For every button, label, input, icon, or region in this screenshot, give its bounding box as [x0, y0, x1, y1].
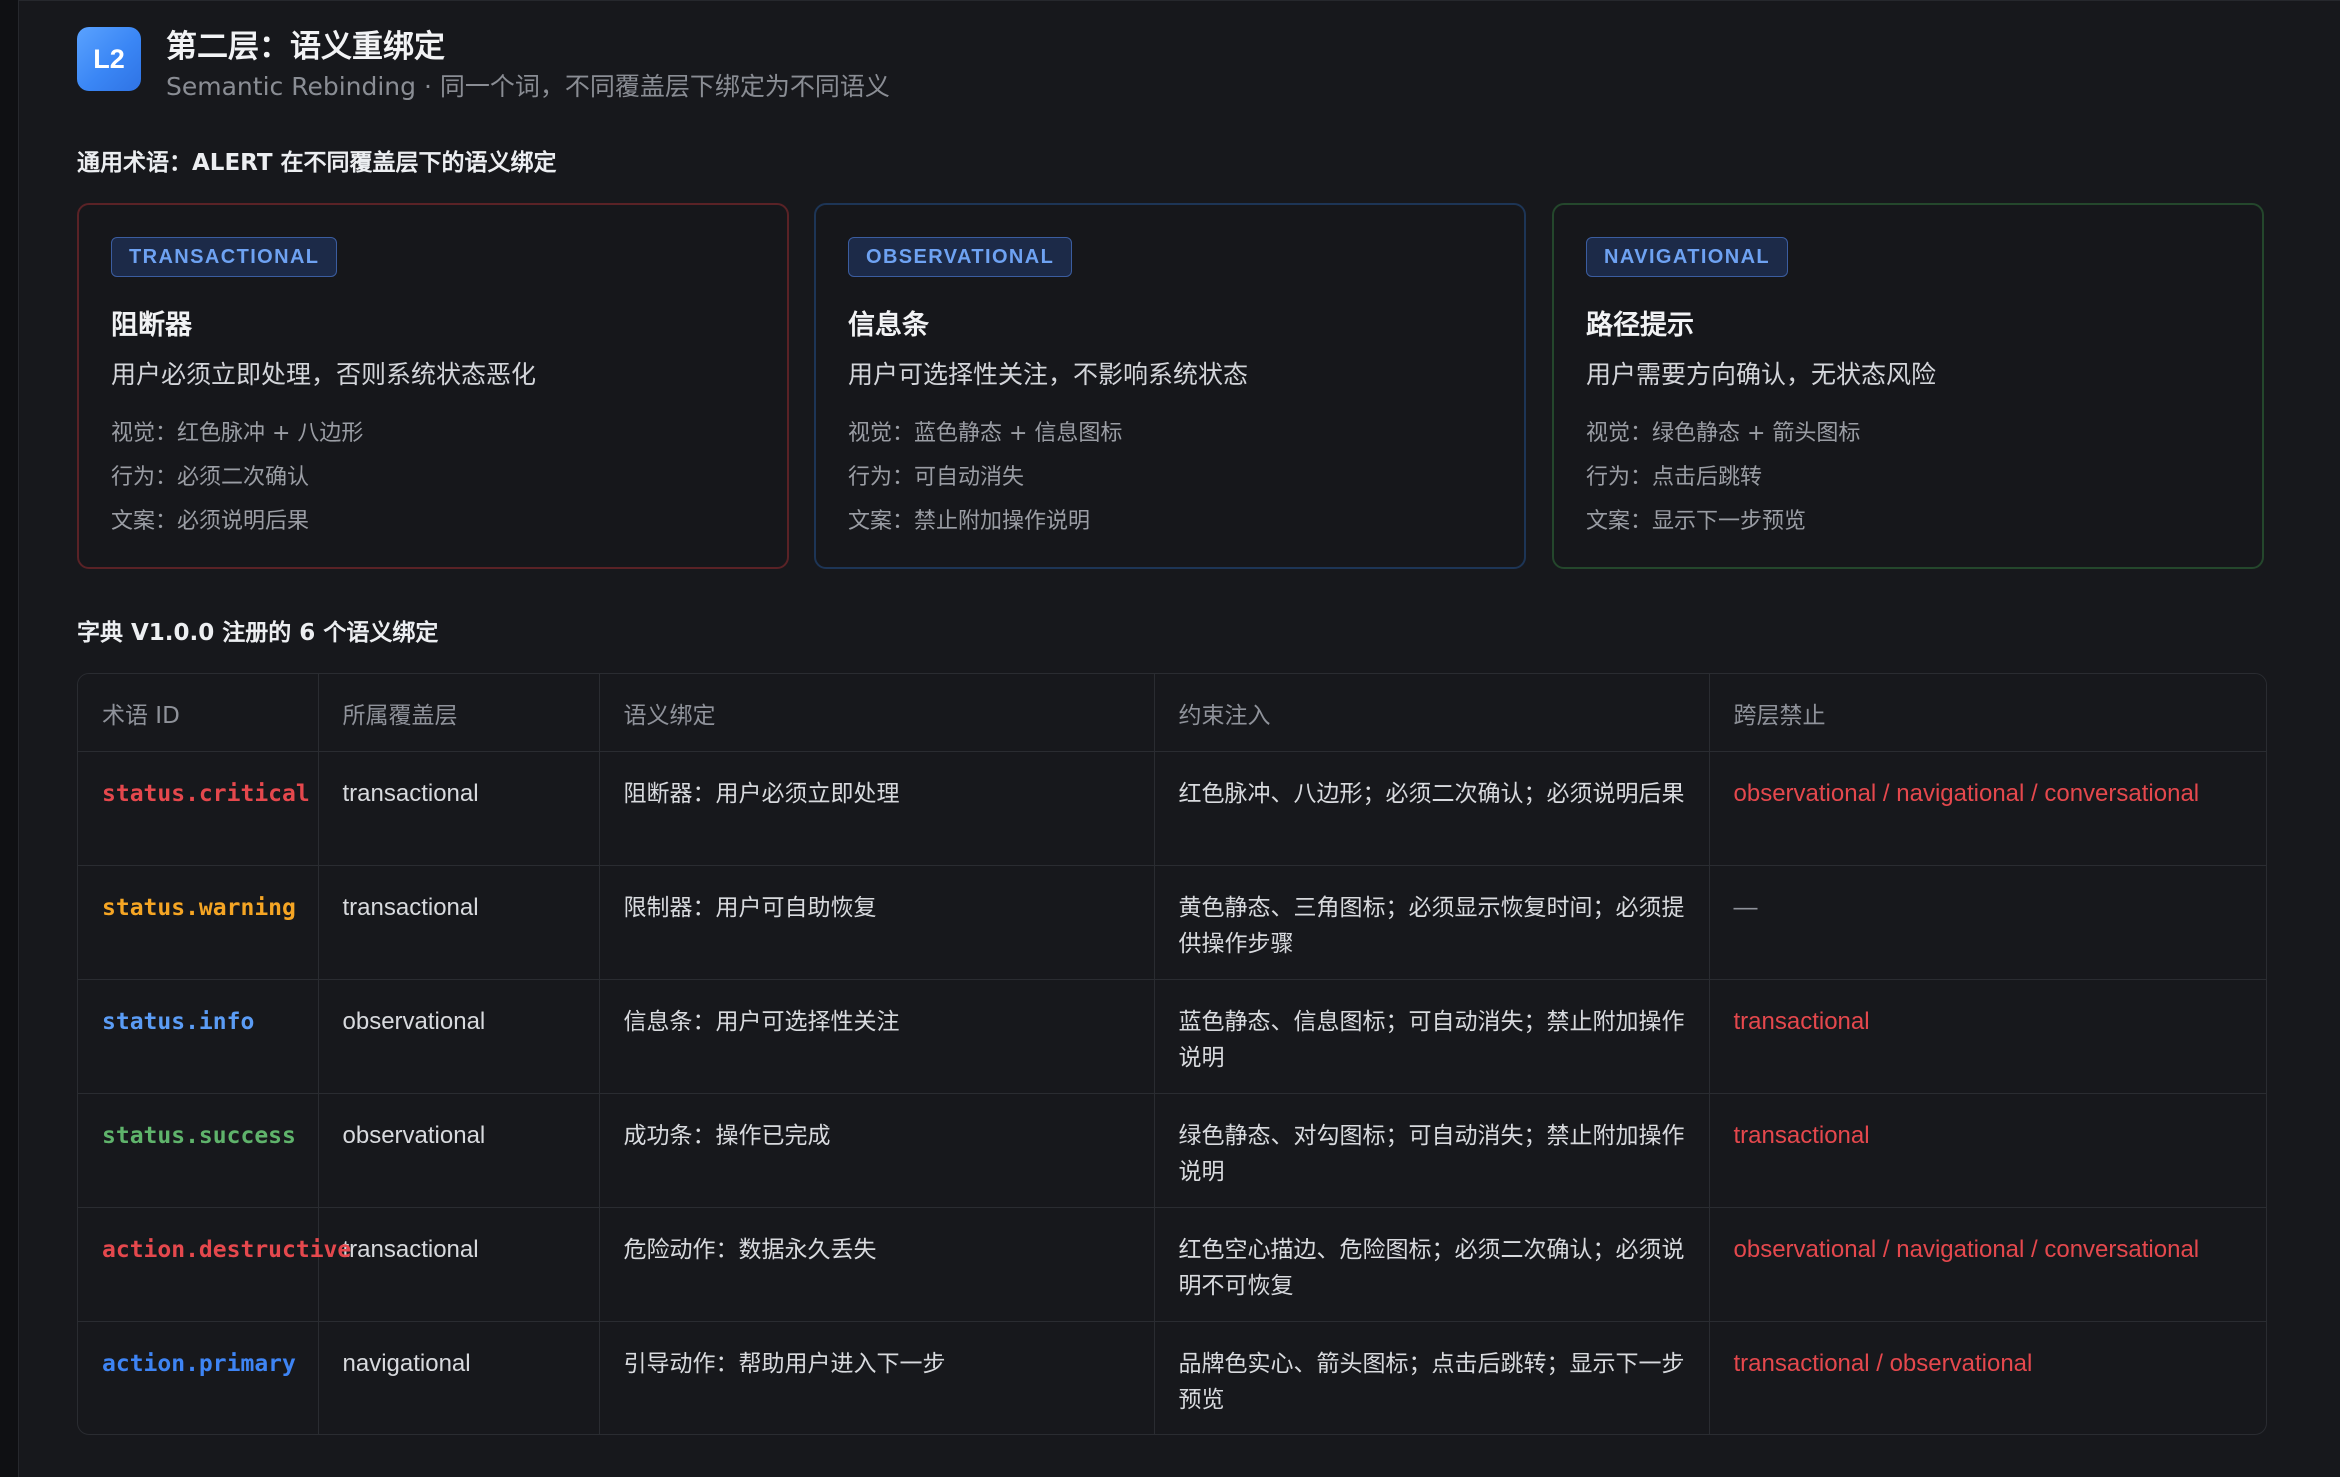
layer-badge: L2 — [77, 27, 141, 91]
card-visual: 视觉：绿色静态 + 箭头图标 — [1586, 421, 1861, 446]
term-constraint: 品牌色实心、箭头图标；点击后跳转；显示下一步预览 — [1154, 1321, 1710, 1434]
term-layer: observational — [318, 979, 600, 1094]
term-constraint: 红色脉冲、八边形；必须二次确认；必须说明后果 — [1154, 751, 1710, 866]
card-title: 阻断器 — [111, 310, 192, 341]
term-layer: transactional — [318, 751, 600, 866]
term-layer: transactional — [318, 1207, 600, 1322]
table-row: status.info observational 信息条：用户可选择性关注 蓝… — [78, 979, 2266, 1094]
card-title: 路径提示 — [1586, 310, 1694, 341]
overlay-tag: OBSERVATIONAL — [848, 237, 1073, 277]
term-id: status.success — [78, 1093, 319, 1208]
term-id: action.destructive — [78, 1207, 351, 1322]
card-observational: OBSERVATIONAL 信息条 用户可选择性关注，不影响系统状态 视觉：蓝色… — [814, 203, 1526, 569]
term-constraint: 红色空心描边、危险图标；必须二次确认；必须说明不可恢复 — [1154, 1207, 1710, 1322]
term-id: status.warning — [78, 865, 319, 980]
card-navigational: NAVIGATIONAL 路径提示 用户需要方向确认，无状态风险 视觉：绿色静态… — [1552, 203, 2264, 569]
column-header-layer: 所属覆盖层 — [318, 674, 600, 752]
card-copy: 文案：禁止附加操作说明 — [848, 509, 1091, 534]
table-row: action.primary navigational 引导动作：帮助用户进入下… — [78, 1321, 2266, 1434]
card-visual: 视觉：红色脉冲 + 八边形 — [111, 421, 364, 446]
term-binding: 阻断器：用户必须立即处理 — [599, 751, 1155, 866]
term-cross-layer-ban: transactional — [1709, 1093, 2266, 1208]
term-layer: navigational — [318, 1321, 600, 1434]
term-cross-layer-ban: transactional / observational — [1733, 1350, 2033, 1377]
term-layer: observational — [318, 1093, 600, 1208]
column-header-cross-layer-ban: 跨层禁止 — [1709, 674, 2266, 752]
content-panel: L2 第二层：语义重绑定 Semantic Rebinding · 同一个词，不… — [18, 0, 2340, 1477]
page-subtitle: Semantic Rebinding · 同一个词，不同覆盖层下绑定为不同语义 — [166, 72, 890, 101]
binding-table: 术语 ID 所属覆盖层 语义绑定 约束注入 跨层禁止 status.critic… — [77, 673, 2267, 1435]
table-row: status.critical transactional 阻断器：用户必须立即… — [78, 751, 2266, 866]
alert-binding-cards: TRANSACTIONAL 阻断器 用户必须立即处理，否则系统状态恶化 视觉：红… — [77, 203, 2267, 571]
overlay-tag: NAVIGATIONAL — [1586, 237, 1789, 277]
card-copy: 文案：显示下一步预览 — [1586, 509, 1807, 534]
card-behavior: 行为：必须二次确认 — [111, 465, 310, 490]
term-binding: 引导动作：帮助用户进入下一步 — [599, 1321, 1155, 1434]
term-binding: 限制器：用户可自助恢复 — [599, 865, 1155, 980]
term-binding: 信息条：用户可选择性关注 — [599, 979, 1155, 1094]
term-layer: transactional — [318, 865, 600, 980]
card-behavior: 行为：点击后跳转 — [1586, 465, 1763, 490]
table-row: status.warning transactional 限制器：用户可自助恢复… — [78, 865, 2266, 980]
table-header-row: 术语 ID 所属覆盖层 语义绑定 约束注入 跨层禁止 — [78, 674, 2266, 752]
card-behavior: 行为：可自动消失 — [848, 465, 1025, 490]
term-constraint: 绿色静态、对勾图标；可自动消失；禁止附加操作说明 — [1154, 1093, 1710, 1208]
overlay-tag: TRANSACTIONAL — [111, 237, 338, 277]
card-description: 用户必须立即处理，否则系统状态恶化 — [111, 360, 537, 389]
column-header-constraint: 约束注入 — [1154, 674, 1710, 752]
term-cross-layer-ban: observational / navigational / conversat… — [1709, 1207, 2266, 1322]
page-title: 第二层：语义重绑定 — [166, 29, 445, 65]
column-header-binding: 语义绑定 — [599, 674, 1155, 752]
term-binding: 危险动作：数据永久丢失 — [599, 1207, 1155, 1322]
section-title-dictionary: 字典 V1.0.0 注册的 6 个语义绑定 — [77, 620, 439, 646]
term-id: status.info — [78, 979, 319, 1094]
term-cross-layer-ban: — — [1709, 865, 2266, 980]
term-cross-layer-ban: transactional — [1709, 979, 2266, 1094]
page-header: L2 第二层：语义重绑定 Semantic Rebinding · 同一个词，不… — [77, 27, 1677, 101]
term-constraint: 黄色静态、三角图标；必须显示恢复时间；必须提供操作步骤 — [1154, 865, 1710, 980]
table-row: status.success observational 成功条：操作已完成 绿… — [78, 1093, 2266, 1208]
card-description: 用户可选择性关注，不影响系统状态 — [848, 360, 1249, 389]
term-id: status.critical — [78, 751, 319, 866]
term-constraint: 蓝色静态、信息图标；可自动消失；禁止附加操作说明 — [1154, 979, 1710, 1094]
term-binding: 成功条：操作已完成 — [599, 1093, 1155, 1208]
term-cross-layer-ban: observational / navigational / conversat… — [1709, 751, 2266, 866]
section-title-alert: 通用术语：ALERT 在不同覆盖层下的语义绑定 — [77, 150, 557, 176]
card-visual: 视觉：蓝色静态 + 信息图标 — [848, 421, 1123, 446]
card-description: 用户需要方向确认，无状态风险 — [1586, 360, 1937, 389]
card-transactional: TRANSACTIONAL 阻断器 用户必须立即处理，否则系统状态恶化 视觉：红… — [77, 203, 789, 569]
card-title: 信息条 — [848, 310, 929, 341]
card-copy: 文案：必须说明后果 — [111, 509, 310, 534]
table-row: action.destructive transactional 危险动作：数据… — [78, 1207, 2266, 1322]
column-header-term-id: 术语 ID — [78, 674, 319, 752]
term-id: action.primary — [78, 1321, 319, 1434]
